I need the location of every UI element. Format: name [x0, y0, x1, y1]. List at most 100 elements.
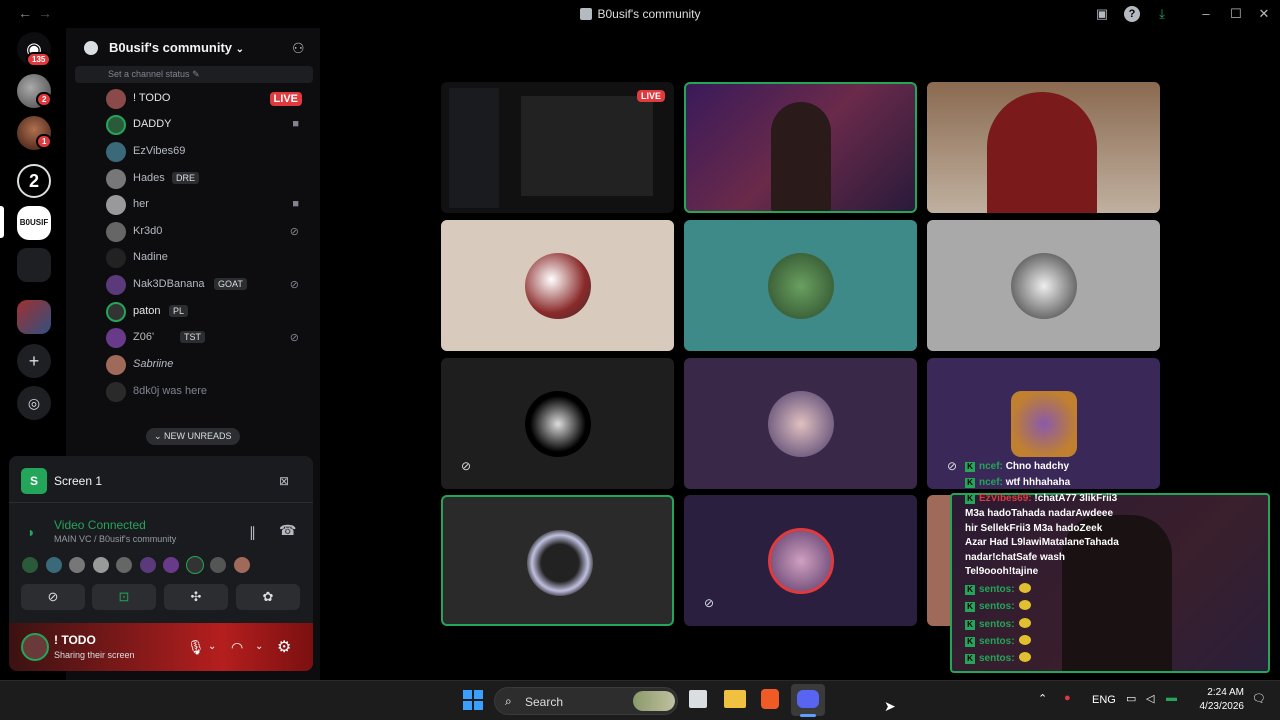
participant-avatar[interactable] — [45, 556, 63, 574]
server-icon-selected[interactable]: B0USIF — [17, 206, 51, 240]
file-explorer-icon[interactable] — [724, 690, 746, 708]
participant-avatar[interactable] — [233, 556, 251, 574]
server-name[interactable]: B0usif's community ⌄ — [109, 40, 244, 55]
member-row[interactable]: her ■ — [106, 193, 306, 217]
participant-avatar[interactable] — [92, 556, 110, 574]
chat-line: Ksentos: — [965, 635, 1031, 647]
member-row[interactable]: 8dk0j was here — [106, 380, 306, 404]
server-icon[interactable]: 2 — [17, 164, 51, 198]
brave-browser-icon[interactable] — [761, 689, 779, 709]
chevron-down-icon[interactable]: ⌄ — [208, 641, 216, 652]
member-row[interactable]: Sabriine — [106, 353, 306, 377]
server-folder[interactable] — [17, 248, 51, 282]
server-folder[interactable] — [17, 300, 51, 334]
emote-icon — [1018, 652, 1031, 662]
share-screen-button[interactable]: ⊡ — [92, 584, 156, 610]
member-row[interactable]: paton PL — [106, 300, 306, 324]
title-bar: ← → B0usif's community ▣ ? ⤓ – ☐ ✕ — [0, 0, 1280, 28]
camera-tile[interactable] — [684, 82, 917, 213]
participant-avatar[interactable] — [209, 556, 227, 574]
language-indicator[interactable]: ENG — [1092, 694, 1116, 706]
user-name: ! TODO — [54, 633, 96, 647]
stream-tile[interactable]: LIVE — [441, 82, 674, 213]
chat-line: Ksentos: — [965, 652, 1031, 664]
participant-avatar — [525, 253, 591, 319]
sound-wave-icon[interactable]: ∥ — [249, 524, 256, 541]
camera-icon: ■ — [292, 118, 299, 130]
help-icon[interactable]: ? — [1124, 6, 1140, 22]
camera-tile[interactable] — [927, 82, 1160, 213]
minimize-icon[interactable]: – — [1198, 6, 1214, 22]
maximize-icon[interactable]: ☐ — [1228, 6, 1244, 22]
voice-channel-link[interactable]: MAIN VC / B0usif's community — [54, 534, 176, 544]
participant-avatar[interactable] — [186, 556, 204, 574]
activities-button[interactable]: ✣ — [164, 584, 228, 610]
participant-tile[interactable] — [927, 220, 1160, 351]
settings-gear-icon[interactable]: ⚙ — [277, 637, 291, 657]
download-icon[interactable]: ⤓ — [1154, 6, 1170, 22]
member-row[interactable]: Hades DRE — [106, 167, 306, 191]
chat-line: nadar!chatSafe wash — [965, 552, 1066, 563]
headphones-icon[interactable]: ◠ — [231, 639, 243, 656]
participant-tile[interactable]: ⊘ — [441, 358, 674, 489]
member-tag: GOAT — [214, 278, 247, 290]
user-avatar[interactable] — [21, 633, 49, 661]
battery-icon[interactable]: ▬ — [1166, 692, 1177, 704]
discord-taskbar-icon[interactable] — [797, 690, 819, 708]
chat-line: Ksentos: — [965, 600, 1031, 612]
muted-mic-icon: ⊘ — [703, 596, 715, 610]
add-server-icon[interactable]: + — [17, 344, 51, 378]
invite-icon[interactable]: ⚇ — [292, 40, 305, 57]
member-row[interactable]: Z06' TST ⊘ — [106, 326, 306, 350]
close-icon[interactable]: ✕ — [1256, 6, 1272, 22]
avatar — [106, 115, 126, 135]
participant-tile[interactable] — [441, 220, 674, 351]
task-view-icon[interactable] — [689, 690, 707, 708]
participant-tile[interactable] — [684, 220, 917, 351]
member-row[interactable]: Nadine — [106, 246, 306, 270]
microphone-icon[interactable]: ● — [1064, 692, 1071, 704]
chevron-up-icon[interactable]: ⌃ — [1038, 692, 1047, 705]
clock-date[interactable]: 4/23/2026 — [1196, 701, 1245, 712]
channel-status[interactable]: Set a channel status ✎ — [75, 66, 313, 83]
muted-mic-icon: ⊘ — [289, 226, 299, 238]
member-row[interactable]: ! TODO LIVE — [106, 87, 306, 111]
server-badge: 1 — [36, 134, 53, 149]
member-row[interactable]: Nak3DBanana GOAT ⊘ — [106, 273, 306, 297]
participant-avatar[interactable] — [21, 556, 39, 574]
windows-start-icon[interactable] — [463, 690, 483, 710]
participant-avatar[interactable] — [115, 556, 133, 574]
avatar — [106, 222, 126, 242]
taskbar-search[interactable]: ⌕ Search — [494, 687, 678, 715]
screen-share-icon: S — [21, 468, 47, 494]
emote-icon — [1018, 583, 1031, 593]
notification-icon[interactable]: 🗨 — [1252, 692, 1266, 705]
member-row[interactable]: DADDY ■ — [106, 113, 306, 137]
participant-avatar[interactable] — [162, 556, 180, 574]
clock-time[interactable]: 2:24 AM — [1206, 687, 1244, 698]
signal-icon[interactable]: ◗ — [27, 524, 35, 540]
selected-pill — [0, 206, 4, 238]
avatar — [106, 328, 126, 348]
close-screen-icon[interactable]: ⊠ — [279, 474, 289, 488]
camera-off-button[interactable]: ⊘ — [21, 584, 85, 610]
member-row[interactable]: Kr3d0 ⊘ — [106, 220, 306, 244]
participant-avatar[interactable] — [68, 556, 86, 574]
inbox-icon[interactable]: ▣ — [1094, 6, 1110, 22]
member-row[interactable]: EzVibes69 — [106, 140, 306, 164]
participant-tile[interactable] — [684, 358, 917, 489]
muted-mic-icon: ⊘ — [460, 459, 472, 473]
chevron-down-icon[interactable]: ⌄ — [255, 641, 263, 652]
new-unreads-button[interactable]: ⌄ NEW UNREADS — [146, 428, 240, 445]
server-icon — [579, 8, 592, 20]
soundboard-button[interactable]: ✿ — [236, 584, 300, 610]
disconnect-icon[interactable]: ☎ — [279, 522, 296, 539]
discover-icon[interactable]: ◎ — [17, 386, 51, 420]
participant-avatar[interactable] — [139, 556, 157, 574]
participant-tile[interactable] — [441, 495, 674, 626]
participant-tile[interactable]: ⊘ — [684, 495, 917, 626]
microphone-icon[interactable]: 🎙 — [187, 639, 205, 656]
network-icon[interactable]: ▭ — [1126, 692, 1136, 705]
volume-icon[interactable]: ◁ — [1146, 692, 1154, 705]
stream-preview-sidebar — [449, 88, 499, 208]
